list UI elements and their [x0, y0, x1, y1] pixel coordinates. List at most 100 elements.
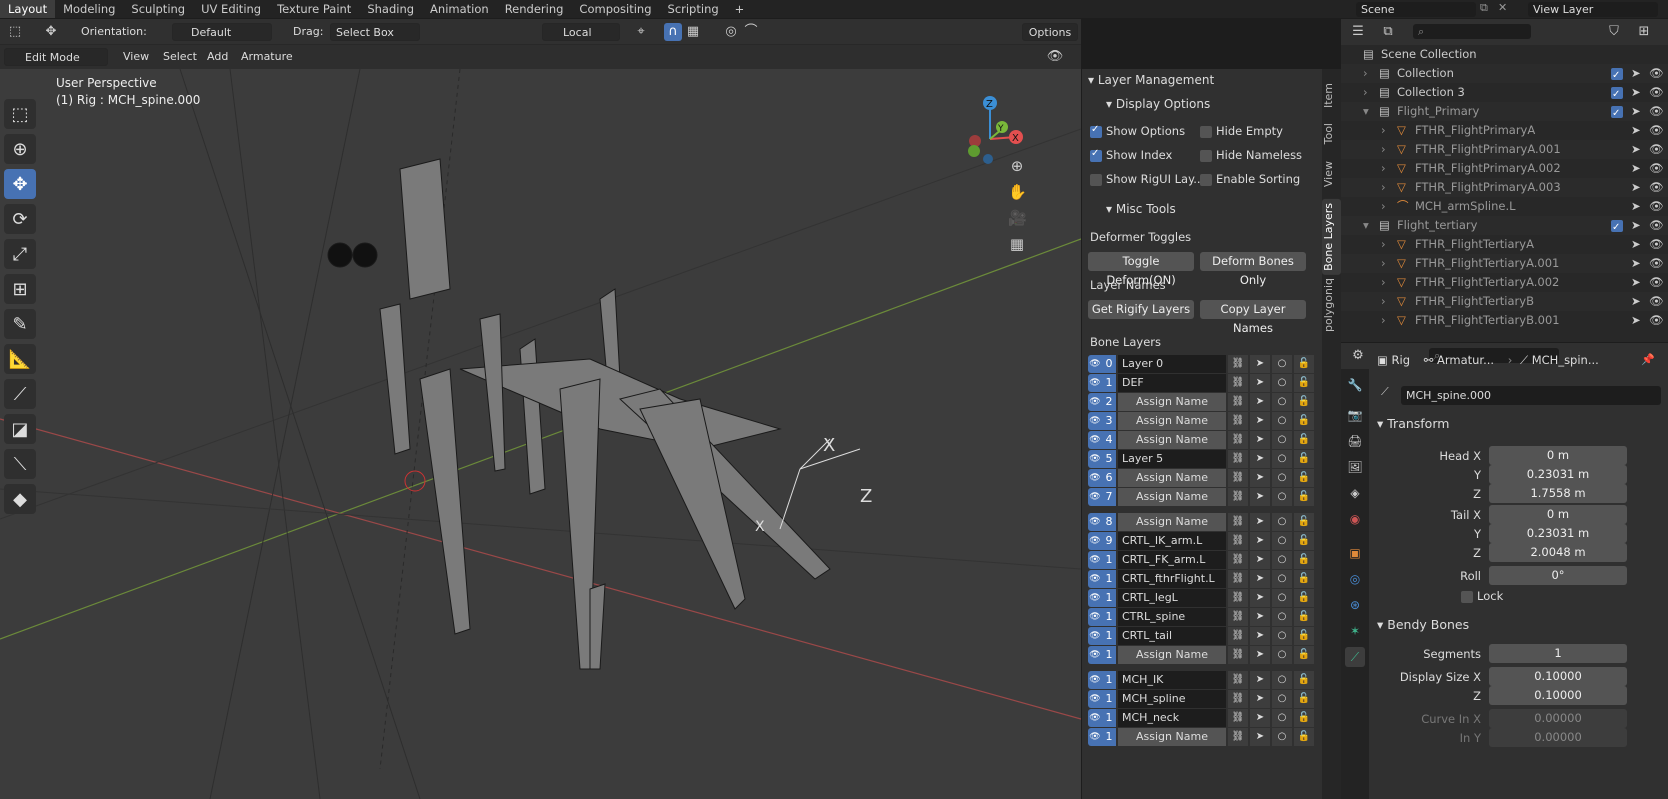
link-icon[interactable]: ⛓	[1228, 431, 1248, 449]
sidebar-tab-view[interactable]: View	[1322, 157, 1341, 191]
lock-icon[interactable]: 🔓	[1294, 374, 1314, 392]
outliner-editor-type-icon[interactable]: ☰	[1349, 23, 1367, 41]
link-icon[interactable]: ⛓	[1228, 488, 1248, 506]
lock-icon[interactable]: 🔓	[1294, 431, 1314, 449]
eye-icon[interactable]: 👁	[1088, 355, 1102, 373]
visibility-eye-icon[interactable]: 👁	[1649, 292, 1664, 311]
cursor-icon[interactable]: ⊕	[4, 134, 36, 164]
outliner-row[interactable]: › ▽ FTHR_FlightTertiaryA.002 ➤ 👁	[1341, 273, 1668, 292]
selectable-icon[interactable]: ➤	[1631, 159, 1641, 178]
outliner-row[interactable]: › ⌒ MCH_armSpline.L ➤ 👁	[1341, 197, 1668, 216]
transform-value-field[interactable]: 2.0048 m	[1489, 543, 1627, 562]
sidebar-tab-item[interactable]: Item	[1322, 79, 1341, 112]
pin-icon[interactable]: 📌	[1641, 353, 1655, 366]
dot-icon[interactable]: ○	[1272, 374, 1292, 392]
expand-chevron-icon[interactable]: ▾	[1363, 102, 1369, 121]
link-icon[interactable]: ⛓	[1228, 551, 1248, 569]
sidebar-tab-bone-layers[interactable]: Bone Layers	[1322, 199, 1341, 275]
view-layer-field[interactable]: View Layer	[1528, 2, 1658, 17]
visibility-eye-icon[interactable]: 👁	[1649, 273, 1664, 292]
tab-sculpting[interactable]: Sculpting	[123, 0, 193, 18]
visibility-eye-icon[interactable]: 👁	[1649, 254, 1664, 273]
tab-uv-editing[interactable]: UV Editing	[193, 0, 269, 18]
transform-panel-header[interactable]: ▾ Transform	[1377, 416, 1449, 431]
expand-chevron-icon[interactable]: ›	[1381, 121, 1386, 140]
selectable-icon[interactable]: ➤	[1631, 235, 1641, 254]
lock-icon[interactable]: 🔓	[1294, 450, 1314, 468]
mode-dropdown[interactable]: Edit Mode	[4, 48, 108, 66]
transform-value-field[interactable]: 1.7558 m	[1489, 484, 1627, 503]
link-icon[interactable]: ⛓	[1228, 532, 1248, 550]
select-icon[interactable]: ➤	[1250, 589, 1270, 607]
lock-checkbox[interactable]	[1461, 591, 1473, 603]
tab-shading[interactable]: Shading	[359, 0, 422, 18]
expand-chevron-icon[interactable]: ›	[1381, 159, 1386, 178]
display-mode-icon[interactable]: ⧉	[1379, 23, 1397, 41]
visibility-eye-icon[interactable]: 👁	[1649, 140, 1664, 159]
exclude-checkbox[interactable]	[1611, 66, 1623, 85]
dot-icon[interactable]: ○	[1272, 589, 1292, 607]
tool-settings-icon[interactable]: 🔧	[1345, 375, 1365, 395]
outliner-row[interactable]: › ▽ FTHR_FlightPrimaryA.001 ➤ 👁	[1341, 140, 1668, 159]
dot-icon[interactable]: ○	[1272, 412, 1292, 430]
lock-icon[interactable]: 🔓	[1294, 393, 1314, 411]
layer-name-field[interactable]: CRTL_fthrFlight.L	[1118, 570, 1226, 588]
filter-icon[interactable]: ⛉	[1605, 23, 1623, 41]
visibility-eye-icon[interactable]: 👁	[1649, 102, 1664, 121]
link-icon[interactable]: ⛓	[1228, 646, 1248, 664]
zoom-icon[interactable]: ⊕	[1008, 157, 1026, 175]
camera-icon[interactable]: 🎥	[1008, 209, 1027, 227]
selectable-icon[interactable]: ➤	[1631, 64, 1641, 83]
visibility-eye-icon[interactable]: 👁	[1649, 83, 1664, 102]
layer-management-header[interactable]: ▾ Layer Management	[1088, 73, 1214, 87]
selectable-icon[interactable]: ➤	[1631, 273, 1641, 292]
selectable-icon[interactable]: ➤	[1631, 197, 1641, 216]
options-dropdown[interactable]: Options	[1022, 23, 1078, 41]
transform-gizmo-icon[interactable]: ✥	[42, 23, 60, 41]
falloff-icon[interactable]: ⌒	[742, 23, 760, 41]
select-icon[interactable]: ➤	[1250, 488, 1270, 506]
dot-icon[interactable]: ○	[1272, 513, 1292, 531]
lock-icon[interactable]: 🔓	[1294, 412, 1314, 430]
expand-chevron-icon[interactable]: ›	[1363, 64, 1368, 83]
select-icon[interactable]: ➤	[1250, 355, 1270, 373]
bendy-value-field[interactable]: 1	[1489, 644, 1627, 663]
lock-icon[interactable]: 🔓	[1294, 589, 1314, 607]
select-icon[interactable]: ➤	[1250, 450, 1270, 468]
dot-icon[interactable]: ○	[1272, 627, 1292, 645]
sidebar-tab-tool[interactable]: Tool	[1322, 119, 1341, 148]
eye-icon[interactable]: 👁	[1088, 608, 1102, 626]
visibility-eye-icon[interactable]: 👁	[1649, 121, 1664, 140]
outliner-row[interactable]: › ▽ FTHR_FlightPrimaryA ➤ 👁	[1341, 121, 1668, 140]
outliner-row[interactable]: › ▽ FTHR_FlightPrimaryA.003 ➤ 👁	[1341, 178, 1668, 197]
lock-icon[interactable]: 🔓	[1294, 690, 1314, 708]
selectable-icon[interactable]: ➤	[1631, 178, 1641, 197]
link-icon[interactable]: ⛓	[1228, 671, 1248, 689]
select-icon[interactable]: ➤	[1250, 532, 1270, 550]
tab-rendering[interactable]: Rendering	[497, 0, 572, 18]
eye-icon[interactable]: 👁	[1088, 589, 1102, 607]
eye-icon[interactable]: 👁	[1088, 532, 1102, 550]
pivot-dropdown[interactable]: Local	[542, 23, 620, 41]
link-icon[interactable]: ⛓	[1228, 469, 1248, 487]
toggle-deform-button[interactable]: Toggle Deform(ON)	[1088, 252, 1194, 287]
dot-icon[interactable]: ○	[1272, 393, 1292, 411]
expand-chevron-icon[interactable]: ›	[1381, 292, 1386, 311]
scene-field[interactable]: Scene	[1356, 2, 1476, 17]
snap-icon[interactable]: ⌖	[632, 23, 650, 41]
armature-data-icon[interactable]: ✶	[1345, 621, 1365, 641]
outliner-row[interactable]: › ▽ FTHR_FlightTertiaryA ➤ 👁	[1341, 235, 1668, 254]
link-icon[interactable]: ⛓	[1228, 627, 1248, 645]
expand-chevron-icon[interactable]: ›	[1381, 311, 1386, 330]
new-collection-icon[interactable]: ⊞	[1635, 23, 1653, 41]
close-scene-icon[interactable]: ✕	[1498, 1, 1507, 14]
outliner-row[interactable]: ▾ ▤ Flight_tertiary ➤ 👁	[1341, 216, 1668, 237]
assign-name-button[interactable]: Assign Name	[1118, 469, 1226, 487]
roll-icon[interactable]: ◪	[4, 414, 36, 444]
dot-icon[interactable]: ○	[1272, 450, 1292, 468]
layer-name-field[interactable]: CRTL_tail	[1118, 627, 1226, 645]
outliner-row[interactable]: › ▽ FTHR_FlightPrimaryA.002 ➤ 👁	[1341, 159, 1668, 178]
assign-name-button[interactable]: Assign Name	[1118, 393, 1226, 411]
layer-name-field[interactable]: MCH_IK	[1118, 671, 1226, 689]
magnet-icon[interactable]: ∩	[664, 23, 682, 41]
